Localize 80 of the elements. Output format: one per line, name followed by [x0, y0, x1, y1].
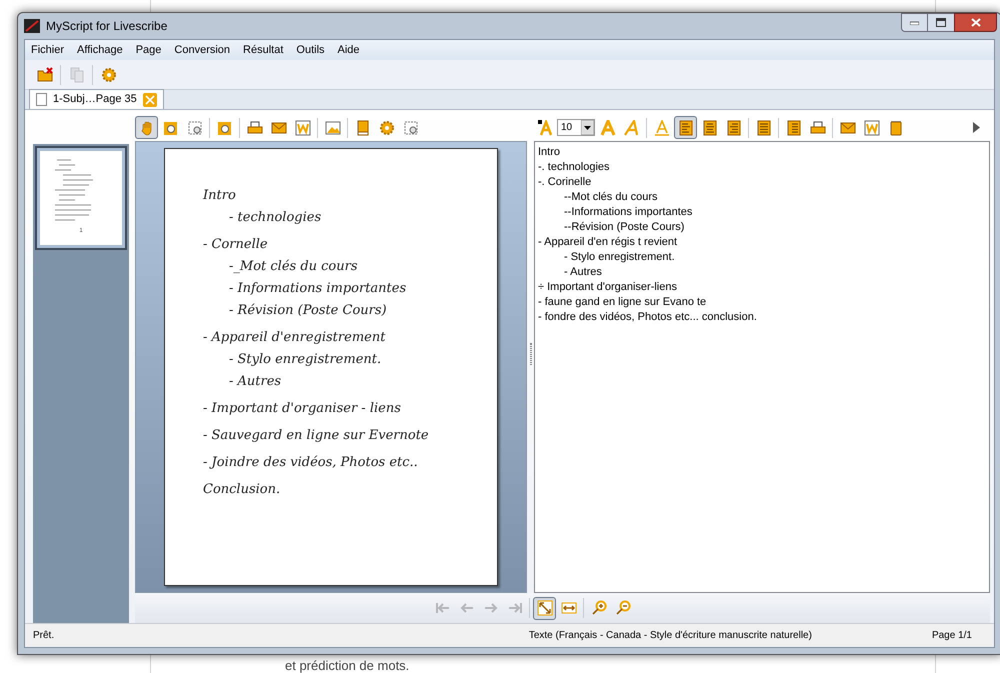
app-logo-icon [24, 19, 40, 33]
handwritten-line: - Informations importantes [228, 280, 408, 298]
result-text-line: -. technologies [538, 160, 611, 175]
result-text-line: --Révision (Poste Cours) [563, 220, 686, 235]
result-text-line: --Mot clés du cours [563, 190, 659, 205]
menu-item[interactable]: Affichage [77, 42, 123, 58]
handwritten-line: - Cornelle [203, 236, 269, 254]
window-title: MyScript for Livescribe [46, 18, 168, 35]
printer-icon [810, 120, 826, 136]
handwritten-line: - Autres [228, 373, 282, 391]
underline-letter-icon [654, 120, 670, 136]
close-button[interactable] [954, 13, 997, 32]
background-text: et prédiction de mots. [285, 658, 410, 673]
handwritten-line: - Sauvegard en ligne sur Evernote [203, 427, 430, 445]
zoom-out-icon [614, 600, 630, 616]
document-tab[interactable]: 1-Subj…Page 35 [29, 89, 164, 109]
envelope-icon [840, 120, 856, 136]
handwritten-line: - Important d'organiser - liens [203, 400, 402, 418]
handwritten-line: - Stylo enregistrement. [228, 351, 382, 369]
handwritten-line: -_Mot clés du cours [228, 258, 359, 276]
handwritten-line: Conclusion. [203, 481, 282, 499]
result-text-line: Intro [538, 145, 562, 160]
result-text-line: - fondre des vidéos, Photos etc... conclusion. [538, 310, 758, 325]
close-icon [970, 18, 980, 27]
last-page-icon [506, 600, 522, 616]
result-text-line: ÷ Important d'organiser-liens [538, 280, 678, 295]
bold-letter-icon [600, 120, 616, 136]
result-text-line: -. Corinelle [538, 175, 592, 190]
status-page: Page 1/1 [932, 629, 972, 643]
status-language: Texte (Français - Canada - Style d'écriture manuscrite naturelle) [528, 629, 812, 643]
result-text-line: - faune gand en ligne sur Evano te [538, 295, 708, 310]
toolbar-button[interactable] [674, 116, 697, 139]
menu-item[interactable]: Fichier [31, 42, 64, 58]
menu-item[interactable]: Aide [338, 42, 360, 58]
result-text-line: - Stylo enregistrement. [563, 250, 676, 265]
result-text-line: --Informations importantes [563, 205, 694, 220]
handwritten-line: Intro [203, 187, 237, 205]
handwritten-line: - Joindre des vidéos, Photos etc.. [203, 454, 419, 472]
toolbar-button[interactable] [533, 596, 556, 620]
list-icon [786, 120, 802, 136]
maximize-icon [936, 18, 946, 27]
document-w-icon [864, 120, 880, 136]
result-text-line: - Appareil d'en régis t revient [538, 235, 678, 250]
menu-item[interactable]: Conversion [174, 42, 230, 58]
handwritten-line: - Révision (Poste Cours) [228, 302, 388, 320]
printer-icon [246, 120, 262, 136]
align-icon [726, 120, 742, 136]
fit-width-icon [560, 600, 576, 616]
italic-letter-icon [624, 120, 640, 136]
align-icon [756, 120, 772, 136]
font-size-dropdown[interactable]: 10 [557, 119, 595, 136]
minimize-button[interactable] [901, 13, 928, 32]
more-arrow-icon[interactable] [973, 122, 980, 133]
gear-icon [378, 120, 394, 136]
page-icon [36, 93, 47, 106]
notepad-icon [888, 120, 904, 136]
first-page-icon [434, 600, 450, 616]
maximize-button[interactable] [928, 13, 954, 32]
fit-page-icon [536, 600, 552, 616]
gear-icon [100, 66, 116, 82]
status-message: Prêt. [33, 629, 54, 643]
handwritten-line: - technologies [228, 209, 322, 227]
menu-item[interactable]: Résultat [243, 42, 284, 58]
image-icon [324, 120, 340, 136]
result-text-area[interactable] [534, 141, 990, 593]
minimize-icon [910, 20, 919, 24]
zoom-in-icon [590, 600, 606, 616]
align-icon [702, 120, 718, 136]
font-size-icon [538, 120, 554, 136]
document-w-icon [294, 120, 310, 136]
copy-icon [68, 66, 84, 82]
menu-item[interactable]: Page [136, 42, 162, 58]
folder-icon [36, 66, 52, 82]
envelope-icon [270, 120, 286, 136]
book-icon [354, 120, 370, 136]
align-icon [678, 120, 694, 136]
dropdown-arrow-icon [581, 120, 594, 135]
handwritten-line: - Appareil d'enregistrement [203, 329, 386, 347]
menu-item[interactable]: Outils [296, 42, 325, 58]
result-text-line: - Autres [563, 265, 603, 280]
